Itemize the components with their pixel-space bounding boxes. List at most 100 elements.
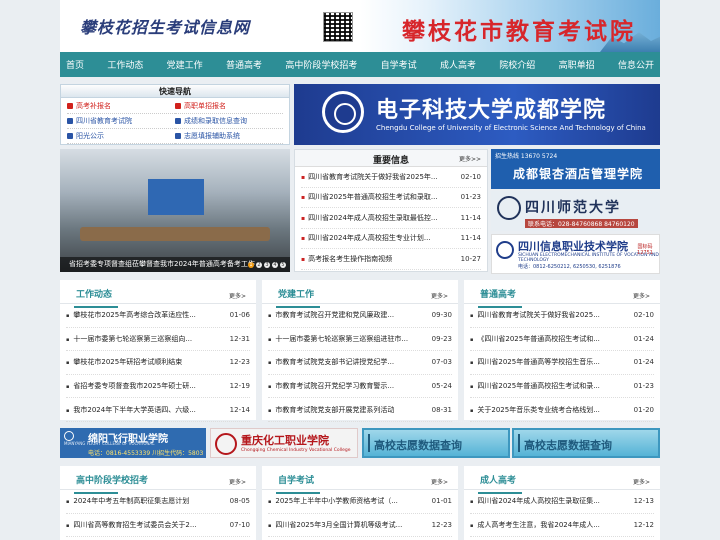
news-item[interactable]: 四川省2024年成人高校招生录取最低控...11-14 (301, 208, 481, 229)
ad-college-english-name: MIANYANG FLIGHT COLLEGE OF VOCATIONAL (64, 441, 155, 446)
column-title: 高中阶段学校招考 (73, 473, 148, 494)
nav-item-disclosure[interactable]: 信息公开 (618, 58, 654, 71)
nav-item-highschool-exam[interactable]: 高中阶段学校招考 (285, 58, 357, 71)
list-item[interactable]: 市教育考试院党支部开展党建系列活动08-31 (268, 398, 452, 422)
list-item[interactable]: 四川省2025年3月全国计算机等级考试...12-23 (268, 514, 452, 538)
ad-phone: 电话：0812-6250212, 6250530, 6251876 (518, 264, 621, 270)
qr-code (323, 12, 353, 42)
nav-item-adult-exam[interactable]: 成人高考 (440, 58, 476, 71)
column-more-link[interactable]: 更多> (431, 477, 448, 486)
college-seal-icon (64, 431, 74, 441)
list-item[interactable]: 四川省2025年普通高等学校招生音乐...01-24 (470, 351, 654, 375)
yinxing-hotel-college-ad[interactable]: 招生热线 13670 5724 成都银杏酒店管理学院 (491, 149, 660, 189)
list-item[interactable]: 攀枝花市2025年研招考试顺利结束12-23 (66, 351, 250, 375)
adult-exam-column: 成人高考更多> 四川省2024年成人高校招生录取征集...12-13 成人高考考… (464, 466, 660, 540)
university-emblem-icon (322, 91, 364, 133)
nav-item-vocational[interactable]: 高职单招 (559, 58, 595, 71)
nav-item-self-exam[interactable]: 自学考试 (381, 58, 417, 71)
column-more-link[interactable]: 更多> (633, 291, 650, 300)
ad-phone: 联系电话：028-84760868 84760120 (525, 219, 638, 228)
nav-item-party-building[interactable]: 党建工作 (167, 58, 203, 71)
ad-college-name: 电子科技大学成都学院 (376, 97, 607, 123)
column-title: 成人高考 (477, 473, 523, 494)
college-seal-icon (215, 433, 237, 455)
slide-dot[interactable]: 1 (248, 262, 254, 268)
slide-dot[interactable]: 2 (256, 262, 262, 268)
ad-college-name: 四川师范大学 (525, 200, 621, 216)
list-item[interactable]: 四川省高等教育招生考试委员会关于2...07-10 (66, 514, 250, 538)
university-seal-icon (497, 196, 521, 220)
column-title: 工作动态 (73, 287, 119, 308)
sichuan-normal-university-ad[interactable]: 四川师范大学 联系电话：028-84760868 84760120 (491, 191, 660, 231)
slide-dot[interactable]: 3 (264, 262, 270, 268)
quick-nav-title: 快速导航 (61, 85, 289, 98)
list-item[interactable]: 省招考委专项督查我市2025年硕士研...12-19 (66, 375, 250, 399)
nav-item-colleges[interactable]: 院校介绍 (499, 58, 535, 71)
news-slideshow[interactable]: 省招考委专项督查组莅攀督查我市2024年普通高考备考工作 1 2 3 4 5 (60, 149, 290, 272)
party-building-column: 党建工作更多> 市教育考试院召开党建和党风廉政建...09-30 十一届市委第七… (262, 280, 458, 422)
slide-dot[interactable]: 5 (280, 262, 286, 268)
ad-college-name: 四川信息职业技术学院 (518, 240, 628, 253)
nav-item-work-news[interactable]: 工作动态 (107, 58, 143, 71)
important-news-panel: 重要信息 更多>> 四川省教育考试院关于做好我省2025年...02-10 四川… (294, 149, 488, 272)
quick-link-vocational-register[interactable]: 高职单招报名 (175, 99, 283, 114)
banner-title: 攀枝花市教育考试院 (402, 19, 636, 45)
slide-dot[interactable]: 4 (272, 262, 278, 268)
column-more-link[interactable]: 更多> (431, 291, 448, 300)
list-item[interactable]: 关于2025年音乐类专业统考合格线划...01-20 (470, 398, 654, 422)
nav-item-home[interactable]: 首页 (66, 58, 84, 71)
slide-photo-screen (148, 179, 204, 215)
column-more-link[interactable]: 更多> (633, 477, 650, 486)
site-header: 攀枝花招生考试信息网 攀枝花市教育考试院 (60, 0, 660, 52)
list-item[interactable]: 四川省2025年普通高校招生考试和录...01-23 (470, 375, 654, 399)
news-item[interactable]: 高考报名考生操作指南视频10-27 (301, 249, 481, 270)
chongqing-chemical-college-ad[interactable]: 重庆化工职业学院 Chongqing Chemical Industry Voc… (210, 428, 358, 458)
mianyang-flight-college-ad[interactable]: 绵阳飞行职业学院 MIANYANG FLIGHT COLLEGE OF VOCA… (60, 428, 206, 458)
ad-college-english-name: Chongqing Chemical Industry Vocational C… (241, 448, 351, 453)
sichuan-info-vocational-ad[interactable]: 四川信息职业技术学院 SICHUAN ELECTROMECHANICAL INS… (491, 234, 660, 274)
query-label: 高校志愿数据查询 (374, 439, 462, 452)
accent-bar (368, 434, 370, 452)
main-nav: 首页 工作动态 党建工作 普通高考 高中阶段学校招考 自学考试 成人高考 院校介… (60, 52, 660, 77)
quick-link-public-notice[interactable]: 阳光公示 (67, 129, 175, 144)
quick-nav-panel: 快速导航 高考补报名 高职单招报名 四川省教育考试院 成绩和录取信息查询 阳光公… (60, 84, 290, 145)
ad-code: 国标码 12751 (637, 244, 653, 256)
quick-link-sichuan-exam-institute[interactable]: 四川省教育考试院 (67, 114, 175, 129)
quick-link-score-query[interactable]: 成绩和录取信息查询 (175, 114, 283, 129)
link-icon (175, 118, 181, 124)
link-icon (175, 133, 181, 139)
link-icon (67, 103, 73, 109)
query-label: 高校志愿数据查询 (524, 439, 612, 452)
column-more-link[interactable]: 更多> (229, 477, 246, 486)
list-item[interactable]: 十一届市委第七轮巡察第三巡察组向...12-31 (66, 328, 250, 352)
volunteer-data-query-button-2[interactable]: 高校志愿数据查询 (512, 428, 660, 458)
list-item[interactable]: 市教育考试院召开党纪学习教育警示...05-24 (268, 375, 452, 399)
uestc-chengdu-ad-banner[interactable]: 电子科技大学成都学院 Chengdu College of University… (294, 84, 660, 145)
ad-college-name: 重庆化工职业学院 (241, 434, 329, 447)
link-icon (67, 118, 73, 124)
link-icon (175, 103, 181, 109)
nav-item-gaokao[interactable]: 普通高考 (226, 58, 262, 71)
self-exam-column: 自学考试更多> 2025年上半年中小学教师资格考试（...01-01 四川省20… (262, 466, 458, 540)
quick-link-application-assistant[interactable]: 志愿填报辅助系统 (175, 129, 283, 144)
list-item[interactable]: 十一届市委第七轮巡察第三巡察组进驻市...09-23 (268, 328, 452, 352)
news-item[interactable]: 四川省2024年成人高校招生专业计划...11-14 (301, 229, 481, 249)
list-item[interactable]: 市教育考试院党支部书记讲授党纪学...07-03 (268, 351, 452, 375)
news-item[interactable]: 四川省教育考试院关于做好我省2025年...02-10 (301, 167, 481, 188)
link-icon (67, 133, 73, 139)
ad-phone: 电话：0816-4553339 川招生代码：5803 (88, 450, 204, 457)
ad-college-english-name: Chengdu College of University of Electro… (376, 124, 646, 132)
accent-bar (518, 434, 520, 452)
list-item[interactable]: 成人高考考生注意，我省2024年成人...12-12 (470, 514, 654, 538)
volunteer-data-query-button[interactable]: 高校志愿数据查询 (362, 428, 510, 458)
list-item[interactable]: 我市2024年下半年大学英语四、六级...12-14 (66, 398, 250, 422)
news-item[interactable]: 四川省2025年普通高校招生考试和录取...01-23 (301, 188, 481, 208)
column-title: 普通高考 (477, 287, 523, 308)
slide-pagination: 1 2 3 4 5 (248, 262, 286, 268)
list-item[interactable]: 《四川省2025年普通高校招生考试和...01-24 (470, 328, 654, 352)
gaokao-column: 普通高考更多> 四川省教育考试院关于做好我省2025...02-10 《四川省2… (464, 280, 660, 422)
site-logo[interactable]: 攀枝花招生考试信息网 (80, 14, 250, 38)
quick-link-gaokao-supplement[interactable]: 高考补报名 (67, 99, 175, 114)
important-news-more-link[interactable]: 更多>> (459, 154, 481, 163)
column-more-link[interactable]: 更多> (229, 291, 246, 300)
